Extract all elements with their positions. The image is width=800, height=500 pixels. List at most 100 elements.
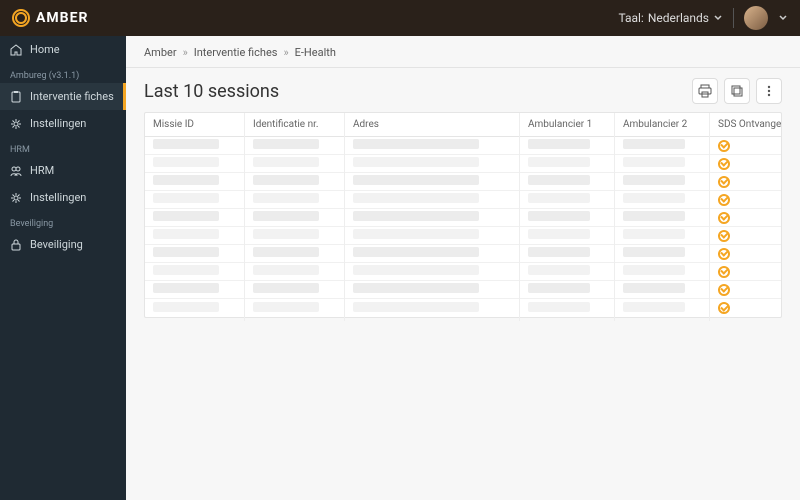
lock-icon: [10, 239, 22, 251]
sidebar-item-hrm[interactable]: HRM: [0, 157, 126, 184]
sidebar-item-instellingen2[interactable]: Instellingen: [0, 184, 126, 211]
redacted-value: [623, 265, 685, 275]
redacted-value: [528, 247, 590, 257]
user-avatar[interactable]: [744, 6, 768, 30]
brand-name: AMBER: [36, 10, 88, 26]
sidebar-item-label: Beveiliging: [30, 238, 83, 251]
copy-button[interactable]: [724, 78, 750, 104]
redacted-value: [253, 211, 319, 221]
redacted-value: [153, 193, 219, 203]
status-received-icon: [718, 248, 730, 260]
table-cell: [615, 296, 710, 321]
sidebar-item-home[interactable]: Home: [0, 36, 126, 63]
table-cell: [710, 296, 781, 320]
main-content: Amber»Interventie fiches»E-Health Last 1…: [126, 36, 800, 500]
redacted-value: [153, 229, 219, 239]
table-cell: [520, 296, 615, 321]
redacted-value: [153, 211, 219, 221]
sidebar-item-interventie[interactable]: Interventie fiches: [0, 83, 126, 110]
redacted-value: [623, 283, 685, 293]
status-received-icon: [718, 266, 730, 278]
breadcrumb-item[interactable]: Interventie fiches: [194, 46, 278, 59]
redacted-value: [153, 265, 219, 275]
sidebar-section-title: Ambureg (v3.1.1): [0, 63, 126, 83]
redacted-value: [353, 302, 479, 312]
redacted-value: [353, 265, 479, 275]
chevron-down-icon: [778, 13, 788, 23]
redacted-value: [528, 265, 590, 275]
redacted-value: [353, 193, 479, 203]
redacted-value: [153, 157, 219, 167]
redacted-value: [253, 193, 319, 203]
redacted-value: [528, 157, 590, 167]
table-row[interactable]: [145, 299, 781, 317]
breadcrumb-separator: »: [283, 46, 288, 59]
page-title: Last 10 sessions: [144, 81, 279, 102]
sidebar-section-title: HRM: [0, 137, 126, 157]
divider: [733, 8, 734, 28]
redacted-value: [153, 247, 219, 257]
sidebar-section-title: Beveiliging: [0, 211, 126, 231]
print-button[interactable]: [692, 78, 718, 104]
home-icon: [10, 44, 22, 56]
copy-icon: [730, 84, 744, 98]
brand-logo-icon: [12, 9, 30, 27]
language-label: Taal:: [618, 11, 643, 25]
redacted-value: [528, 211, 590, 221]
redacted-value: [353, 157, 479, 167]
redacted-value: [528, 302, 590, 312]
people-icon: [10, 165, 22, 177]
language-value: Nederlands: [648, 11, 709, 25]
redacted-value: [528, 139, 590, 149]
redacted-value: [353, 175, 479, 185]
redacted-value: [623, 193, 685, 203]
gear-icon: [10, 118, 22, 130]
redacted-value: [353, 229, 479, 239]
redacted-value: [528, 229, 590, 239]
redacted-value: [623, 175, 685, 185]
breadcrumb: Amber»Interventie fiches»E-Health: [126, 36, 800, 68]
redacted-value: [353, 211, 479, 221]
sidebar-item-instellingen1[interactable]: Instellingen: [0, 110, 126, 137]
more-button[interactable]: [756, 78, 782, 104]
redacted-value: [253, 247, 319, 257]
table-cell: [145, 296, 245, 321]
redacted-value: [528, 283, 590, 293]
status-received-icon: [718, 284, 730, 296]
gear-icon: [10, 192, 22, 204]
status-received-icon: [718, 158, 730, 170]
sidebar-item-label: HRM: [30, 164, 54, 177]
redacted-value: [253, 157, 319, 167]
redacted-value: [623, 302, 685, 312]
table-cell: [345, 296, 520, 321]
redacted-value: [353, 139, 479, 149]
redacted-value: [153, 302, 219, 312]
chevron-down-icon: [713, 13, 723, 23]
status-received-icon: [718, 212, 730, 224]
sidebar-item-beveiliging[interactable]: Beveiliging: [0, 231, 126, 258]
more-vertical-icon: [762, 84, 776, 98]
redacted-value: [623, 229, 685, 239]
status-received-icon: [718, 302, 730, 314]
sessions-table: Missie IDIdentificatie nr.AdresAmbulanci…: [144, 112, 782, 318]
redacted-value: [153, 283, 219, 293]
print-icon: [698, 84, 712, 98]
topbar-right: Taal: Nederlands: [618, 6, 788, 30]
breadcrumb-item: E-Health: [295, 46, 336, 59]
redacted-value: [353, 247, 479, 257]
redacted-value: [253, 265, 319, 275]
redacted-value: [153, 175, 219, 185]
status-received-icon: [718, 230, 730, 242]
status-received-icon: [718, 140, 730, 152]
redacted-value: [353, 283, 479, 293]
sidebar-item-label: Instellingen: [30, 117, 86, 130]
table-cell: [245, 296, 345, 321]
sidebar: Home Ambureg (v3.1.1)Interventie fiches I…: [0, 36, 126, 500]
language-select[interactable]: Taal: Nederlands: [618, 11, 723, 25]
status-received-icon: [718, 176, 730, 188]
redacted-value: [528, 175, 590, 185]
breadcrumb-item[interactable]: Amber: [144, 46, 177, 59]
redacted-value: [253, 283, 319, 293]
sidebar-item-label: Instellingen: [30, 191, 86, 204]
brand: AMBER: [12, 9, 88, 27]
